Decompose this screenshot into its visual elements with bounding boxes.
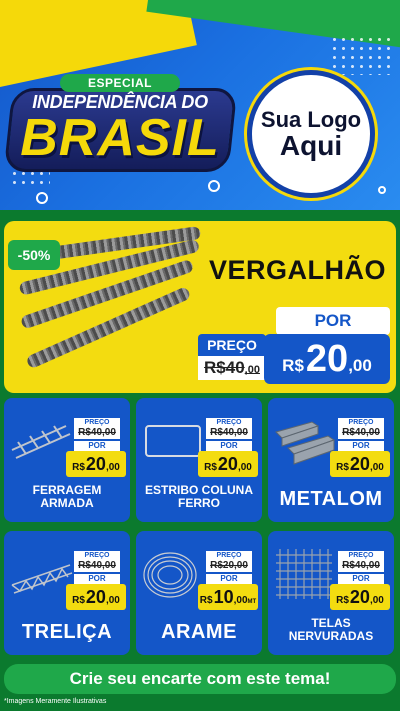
price-dec: ,00 <box>369 595 384 606</box>
currency: R$ <box>72 595 85 606</box>
old-price: R$20,00 <box>206 560 252 572</box>
product-name: TRELIÇA <box>21 621 113 643</box>
truss-icon <box>8 545 74 601</box>
price-int: 20 <box>349 587 370 607</box>
featured-por-label: POR <box>276 307 390 335</box>
featured-preco-label: PREÇO <box>198 334 266 356</box>
ring-decoration <box>208 180 220 192</box>
price-int: 20 <box>217 454 238 474</box>
price-dec: ,00 <box>369 462 384 473</box>
old-price: R$40,00 <box>206 427 252 439</box>
wire-coil-icon <box>140 545 206 601</box>
stirrup-icon <box>140 412 206 468</box>
product-card[interactable]: PREÇO R$40,00 POR R$ 20,00 METALOM <box>268 398 394 522</box>
price: R$ 10,00 MT <box>198 584 258 610</box>
ring-decoration <box>378 186 386 194</box>
old-price-dec: ,00 <box>244 364 260 376</box>
preco-label: PREÇO <box>206 418 252 427</box>
por-label: POR <box>338 441 384 451</box>
price-int: 20 <box>349 454 370 474</box>
old-price-int: R$40 <box>204 358 245 377</box>
price-dec: ,00 <box>105 462 120 473</box>
dot-pattern <box>330 35 390 75</box>
preco-label: PREÇO <box>338 418 384 427</box>
price-int: 20 <box>85 454 106 474</box>
product-name: ESTRIBO COLUNA FERRO <box>145 483 253 511</box>
cta-banner[interactable]: Crie seu encarte com este tema! <box>4 664 396 694</box>
preco-label: PREÇO <box>338 551 384 560</box>
price: R$ 20,00 <box>198 451 258 477</box>
footnote: *Imagens Meramente Ilustrativas <box>4 698 107 705</box>
price-int: 20 <box>85 587 106 607</box>
por-label: POR <box>338 574 384 584</box>
featured-old-price: R$40,00 <box>198 356 266 380</box>
old-price: R$40,00 <box>338 560 384 572</box>
currency: R$ <box>336 462 349 473</box>
title-line-2: BRASIL <box>20 109 220 167</box>
por-label: POR <box>74 574 120 584</box>
rebar-mesh-icon <box>8 412 74 468</box>
price: R$ 20,00 <box>66 451 126 477</box>
old-price: R$40,00 <box>338 427 384 439</box>
ring-decoration <box>36 192 48 204</box>
price-int: 10 <box>213 587 234 607</box>
product-card[interactable]: PREÇO R$40,00 POR R$ 20,00 TRELIÇA <box>4 531 130 655</box>
old-price: R$40,00 <box>74 427 120 439</box>
price: R$ 20,00 <box>330 584 390 610</box>
price: R$ 20,00 <box>330 451 390 477</box>
preco-label: PREÇO <box>74 418 120 427</box>
product-card[interactable]: PREÇO R$20,00 POR R$ 10,00 MT ARAME <box>136 531 262 655</box>
product-card[interactable]: PREÇO R$40,00 POR R$ 20,00 ESTRIBO COLUNA FER… <box>136 398 262 522</box>
preco-label: PREÇO <box>206 551 252 560</box>
discount-badge: -50% <box>8 240 60 270</box>
por-label: POR <box>206 441 252 451</box>
product-name: TELAS NERVURADAS <box>288 616 374 644</box>
price-dec: ,00 <box>348 356 372 375</box>
product-card[interactable]: PREÇO R$40,00 POR R$ 20,00 FERRAGEM ARMADA <box>4 398 130 522</box>
price-int: 20 <box>305 338 349 380</box>
metalon-tube-icon <box>272 412 338 468</box>
preco-label: PREÇO <box>74 551 120 560</box>
currency: R$ <box>282 356 304 375</box>
currency: R$ <box>336 595 349 606</box>
price-dec: ,00 <box>233 595 248 606</box>
currency: R$ <box>204 462 217 473</box>
product-name: ARAME <box>161 621 237 643</box>
product-card[interactable]: PREÇO R$40,00 POR R$ 20,00 TELAS NERVURADAS <box>268 531 394 655</box>
unit: MT <box>247 599 257 605</box>
mesh-panel-icon <box>272 545 338 601</box>
especial-badge: ESPECIAL <box>60 74 180 92</box>
price-dec: ,00 <box>237 462 252 473</box>
por-label: POR <box>206 574 252 584</box>
price: R$ 20,00 <box>66 584 126 610</box>
logo-text-1: Sua Logo <box>260 106 362 132</box>
old-price: R$40,00 <box>74 560 120 572</box>
product-name: FERRAGEM ARMADA <box>32 483 102 511</box>
featured-price: R$ 20 ,00 <box>264 334 390 384</box>
por-label: POR <box>74 441 120 451</box>
featured-product-name: VERGALHÃO <box>208 255 386 285</box>
price-dec: ,00 <box>105 595 120 606</box>
logo-text-2: Aqui <box>279 129 343 161</box>
currency: R$ <box>199 595 213 606</box>
logo-placeholder[interactable]: Sua Logo Aqui <box>247 70 375 198</box>
product-name: METALOM <box>279 488 383 510</box>
currency: R$ <box>72 462 85 473</box>
